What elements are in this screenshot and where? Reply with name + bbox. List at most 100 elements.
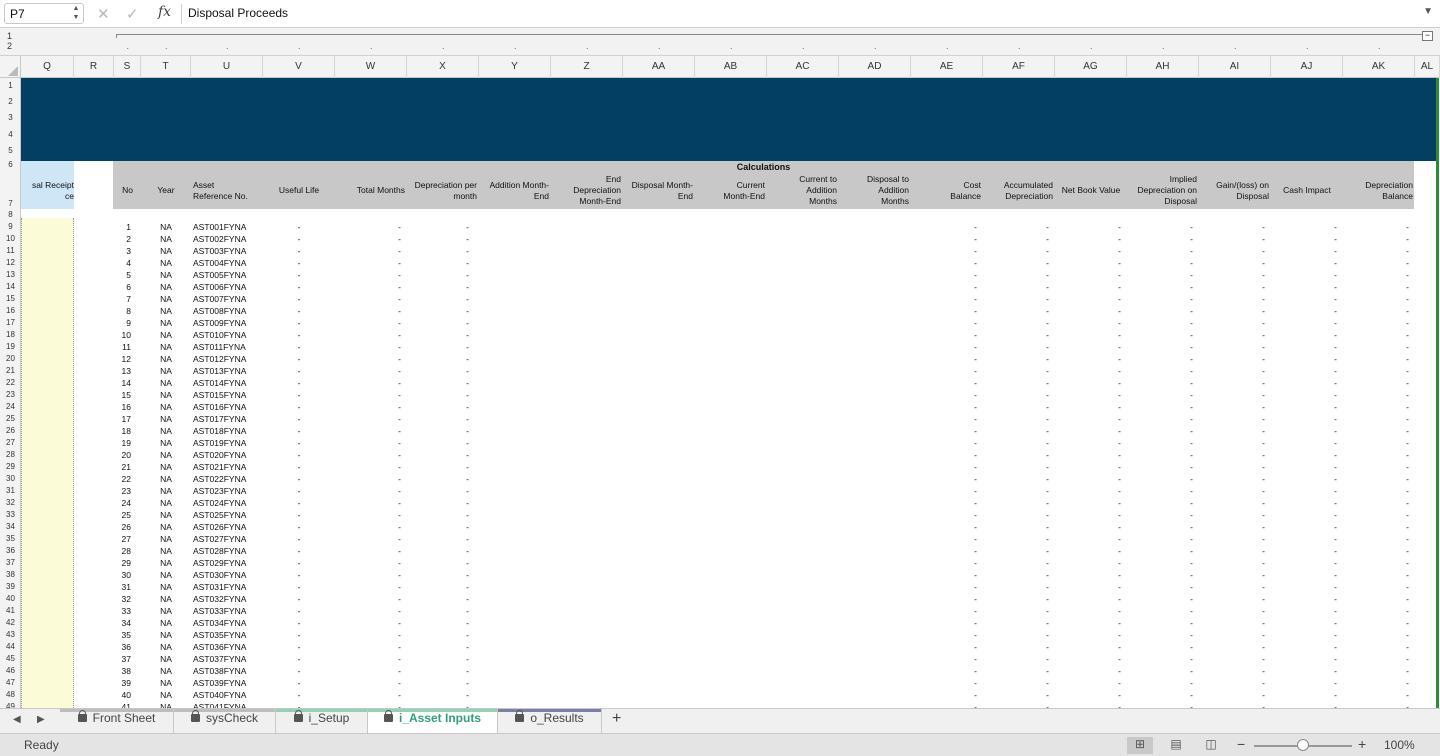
cell-dash[interactable]: - xyxy=(1055,654,1127,664)
cell-dash[interactable]: - xyxy=(1343,462,1415,472)
cell-dash[interactable]: - xyxy=(983,690,1055,700)
cell-dash[interactable]: - xyxy=(1127,678,1199,688)
cell-dash[interactable]: - xyxy=(1055,498,1127,508)
cell-dash[interactable]: - xyxy=(1055,594,1127,604)
cell-dash[interactable]: - xyxy=(335,666,407,676)
cell-no[interactable]: 33 xyxy=(114,606,141,616)
cell-dash[interactable]: - xyxy=(1127,222,1199,232)
cell-asset-ref[interactable]: AST002FYNA xyxy=(191,234,263,244)
cell-dash[interactable]: - xyxy=(1343,258,1415,268)
cell-dash[interactable]: - xyxy=(1199,522,1271,532)
cell-dash[interactable]: - xyxy=(983,234,1055,244)
cell-year[interactable]: NA xyxy=(141,306,191,316)
cell-dash[interactable]: - xyxy=(1271,534,1343,544)
cell-dash[interactable]: - xyxy=(911,498,983,508)
row-header-41[interactable]: 41 xyxy=(0,605,20,617)
zoom-out-button[interactable]: − xyxy=(1237,736,1245,752)
cell-year[interactable]: NA xyxy=(141,414,191,424)
cell-no[interactable]: 20 xyxy=(114,450,141,460)
cell-dash[interactable]: - xyxy=(335,294,407,304)
cell-dash[interactable]: - xyxy=(1271,594,1343,604)
row-header-16[interactable]: 16 xyxy=(0,305,20,317)
cell-dash[interactable]: - xyxy=(1199,234,1271,244)
cell-dash[interactable]: - xyxy=(911,678,983,688)
cell-year[interactable]: NA xyxy=(141,606,191,616)
cell-dash[interactable]: - xyxy=(1055,642,1127,652)
cell-year[interactable]: NA xyxy=(141,618,191,628)
cell-dash[interactable]: - xyxy=(407,522,479,532)
cell-dash[interactable]: - xyxy=(263,594,335,604)
cell-year[interactable]: NA xyxy=(141,558,191,568)
cell-no[interactable]: 32 xyxy=(114,594,141,604)
cell-asset-ref[interactable]: AST013FYNA xyxy=(191,366,263,376)
cell-dash[interactable]: - xyxy=(263,270,335,280)
row-header-11[interactable]: 11 xyxy=(0,245,20,257)
cell-dash[interactable]: - xyxy=(1199,582,1271,592)
cell-dash[interactable]: - xyxy=(1271,690,1343,700)
cell-dash[interactable]: - xyxy=(407,402,479,412)
cell-dash[interactable]: - xyxy=(911,414,983,424)
cell-dash[interactable]: - xyxy=(983,426,1055,436)
cell-dash[interactable]: - xyxy=(407,270,479,280)
cell-dash[interactable]: - xyxy=(1199,654,1271,664)
cell-asset-ref[interactable]: AST021FYNA xyxy=(191,462,263,472)
cell-dash[interactable]: - xyxy=(1055,378,1127,388)
cell-dash[interactable]: - xyxy=(1055,606,1127,616)
cell-dash[interactable]: - xyxy=(263,246,335,256)
cell-no[interactable]: 4 xyxy=(114,258,141,268)
cell-dash[interactable]: - xyxy=(263,558,335,568)
cell-dash[interactable]: - xyxy=(1127,402,1199,412)
cell-dash[interactable]: - xyxy=(911,342,983,352)
select-all-button[interactable] xyxy=(0,56,21,78)
cell-dash[interactable]: - xyxy=(1055,306,1127,316)
cell-no[interactable]: 8 xyxy=(114,306,141,316)
cell-dash[interactable]: - xyxy=(1055,486,1127,496)
column-header-al[interactable]: AL xyxy=(1415,56,1440,78)
cell-dash[interactable]: - xyxy=(911,510,983,520)
cell-asset-ref[interactable]: AST030FYNA xyxy=(191,570,263,580)
row-header-45[interactable]: 45 xyxy=(0,653,20,665)
cell-dash[interactable]: - xyxy=(983,474,1055,484)
cell-asset-ref[interactable]: AST019FYNA xyxy=(191,438,263,448)
cell-dash[interactable]: - xyxy=(263,402,335,412)
cell-dash[interactable]: - xyxy=(1127,522,1199,532)
cell-dash[interactable]: - xyxy=(1271,342,1343,352)
row-header-32[interactable]: 32 xyxy=(0,497,20,509)
row-header-40[interactable]: 40 xyxy=(0,593,20,605)
cell-dash[interactable]: - xyxy=(1199,462,1271,472)
cell-dash[interactable]: - xyxy=(1199,606,1271,616)
cell-dash[interactable]: - xyxy=(1343,618,1415,628)
cell-dash[interactable]: - xyxy=(1055,426,1127,436)
cell-dash[interactable]: - xyxy=(911,318,983,328)
cell-dash[interactable]: - xyxy=(407,234,479,244)
cell-dash[interactable]: - xyxy=(1271,414,1343,424)
cell-dash[interactable]: - xyxy=(1055,270,1127,280)
cell-dash[interactable]: - xyxy=(911,282,983,292)
cell-dash[interactable]: - xyxy=(1127,558,1199,568)
spreadsheet-grid[interactable]: sal Receipt ce Calculations No Year Asset R… xyxy=(21,78,1440,708)
cell-dash[interactable]: - xyxy=(263,462,335,472)
cell-no[interactable]: 26 xyxy=(114,522,141,532)
cell-dash[interactable]: - xyxy=(1127,246,1199,256)
column-header-t[interactable]: T xyxy=(141,56,191,78)
row-header-35[interactable]: 35 xyxy=(0,533,20,545)
row-header-2[interactable]: 2 xyxy=(0,94,20,110)
cell-year[interactable]: NA xyxy=(141,258,191,268)
cell-dash[interactable]: - xyxy=(1343,282,1415,292)
cell-dash[interactable]: - xyxy=(983,570,1055,580)
cell-dash[interactable]: - xyxy=(263,282,335,292)
cell-dash[interactable]: - xyxy=(335,222,407,232)
cell-dash[interactable]: - xyxy=(335,246,407,256)
cell-dash[interactable]: - xyxy=(983,258,1055,268)
cell-dash[interactable]: - xyxy=(335,390,407,400)
cell-dash[interactable]: - xyxy=(1199,390,1271,400)
sheet-tab-o-results[interactable]: o_Results xyxy=(498,709,602,733)
cell-asset-ref[interactable]: AST036FYNA xyxy=(191,642,263,652)
cell-dash[interactable]: - xyxy=(1127,630,1199,640)
cell-dash[interactable]: - xyxy=(1271,654,1343,664)
cell-dash[interactable]: - xyxy=(911,486,983,496)
row-header-34[interactable]: 34 xyxy=(0,521,20,533)
zoom-slider-thumb[interactable] xyxy=(1297,739,1309,751)
cell-year[interactable]: NA xyxy=(141,342,191,352)
enter-icon[interactable]: ✓ xyxy=(126,5,139,23)
